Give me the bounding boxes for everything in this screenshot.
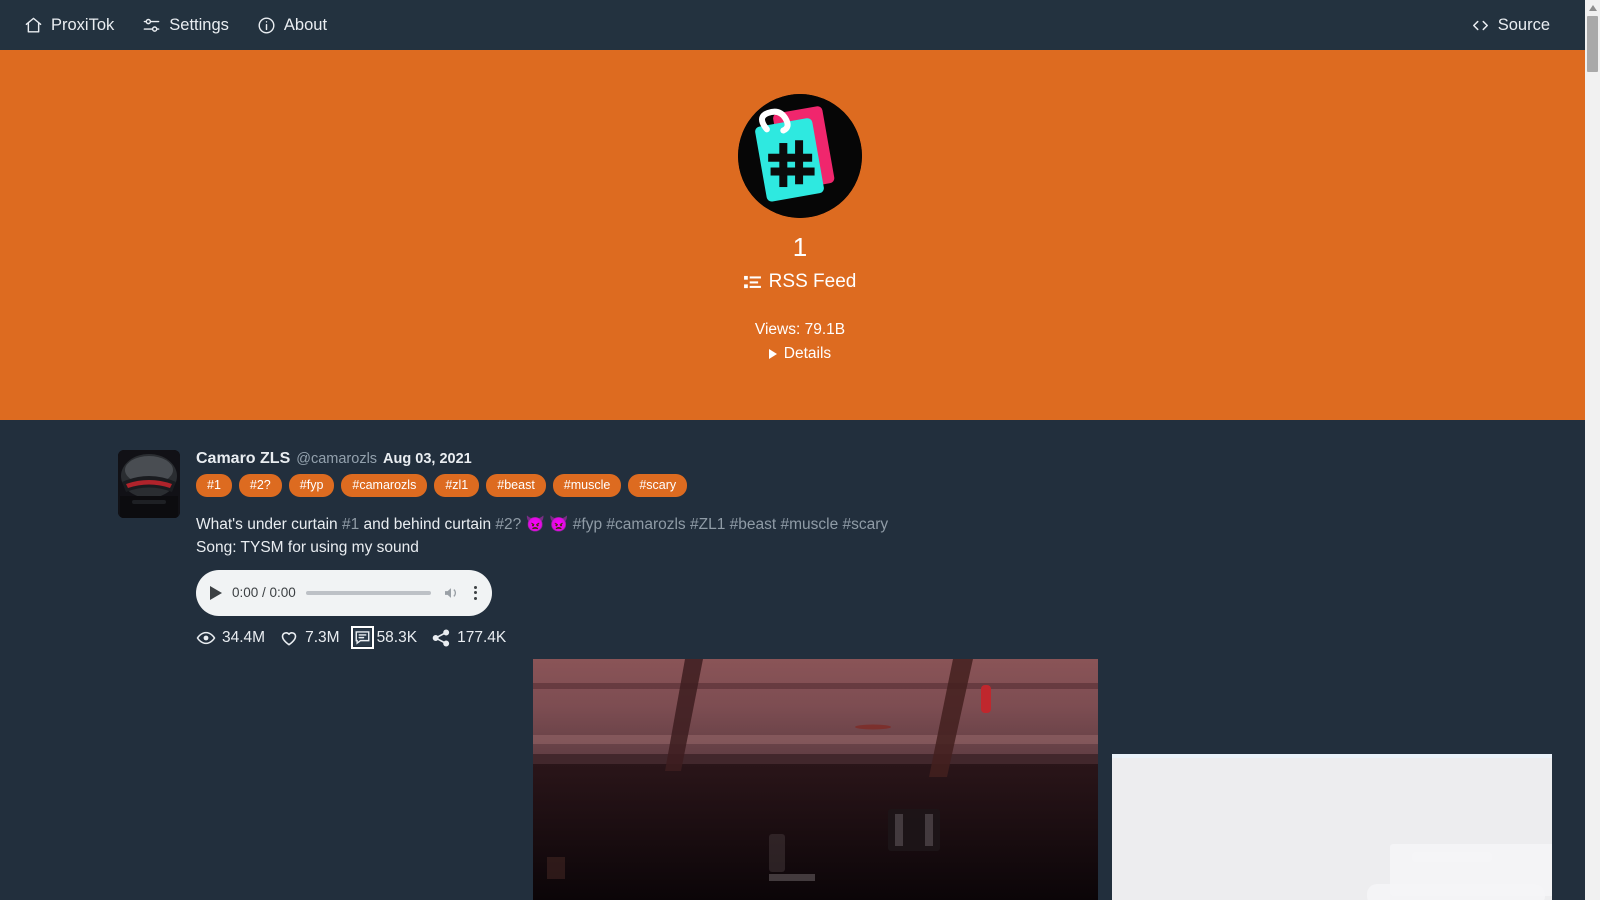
nav-item-settings-label: Settings	[169, 15, 229, 34]
hashtag-pill[interactable]: #fyp	[288, 474, 335, 497]
feed: Camaro ZLS @camarozls Aug 03, 2021 #1 #2?…	[0, 420, 1600, 649]
post-author-name[interactable]: Camaro ZLS	[196, 450, 290, 468]
caption-hashtag[interactable]: #beast	[730, 516, 777, 533]
details-label: Details	[783, 345, 832, 363]
hashtag-pill[interactable]: #camarozls	[341, 474, 428, 497]
hashtag-pill[interactable]: #beast	[486, 474, 546, 497]
eye-icon	[196, 628, 216, 648]
navbar-left-group: ProxiTok Settings About	[10, 10, 341, 41]
hashtag-pill[interactable]: #1	[196, 474, 232, 497]
caption-hashtag[interactable]: #camarozls	[606, 516, 685, 533]
rss-list-icon	[743, 275, 761, 290]
hashtag-header: 1 RSS Feed Views: 79.1B Details	[0, 50, 1600, 420]
caption-hashtag[interactable]: #1	[342, 516, 359, 533]
post-video[interactable]	[533, 659, 1098, 900]
hashtag-pill[interactable]: #zl1	[434, 474, 480, 497]
nav-item-source[interactable]: Source	[1457, 10, 1564, 41]
kebab-menu-icon[interactable]	[471, 585, 480, 600]
stat-shares[interactable]: 177.4K	[431, 628, 506, 648]
comment-icon	[350, 626, 374, 649]
rss-feed-link[interactable]: RSS Feed	[0, 271, 1600, 293]
overlay-ghost-pill	[1367, 884, 1545, 900]
post-caption: What's under curtain #1 and behind curta…	[196, 513, 1196, 560]
audio-player-wrap: 0:00 / 0:00	[196, 569, 1196, 616]
nav-brand-label: ProxiTok	[51, 15, 115, 34]
stat-comments-value: 58.3K	[376, 628, 418, 646]
nav-item-about-label: About	[283, 15, 328, 34]
nav-item-about[interactable]: About	[243, 10, 341, 41]
navbar-right-group: Source	[1457, 10, 1586, 41]
post-author-handle[interactable]: @camarozls	[296, 451, 377, 467]
post-date: Aug 03, 2021	[383, 451, 472, 467]
caption-hashtag[interactable]: #2?	[495, 516, 521, 533]
post-caption-line-2: Song: TYSM for using my sound	[196, 539, 419, 557]
triangle-right-icon	[768, 349, 777, 360]
rss-feed-label: RSS Feed	[768, 271, 857, 293]
caption-emoji: 👿 👿	[521, 516, 573, 533]
play-icon[interactable]	[210, 585, 222, 600]
nav-item-settings[interactable]: Settings	[128, 10, 243, 41]
hashtag-views: Views: 79.1B	[754, 321, 846, 339]
caption-hashtag[interactable]: #fyp	[573, 516, 602, 533]
caption-hashtag[interactable]: #ZL1	[690, 516, 725, 533]
stat-shares-value: 177.4K	[457, 628, 507, 646]
post-item: Camaro ZLS @camarozls Aug 03, 2021 #1 #2?…	[0, 450, 1600, 649]
nav-brand-proxitok[interactable]: ProxiTok	[10, 10, 128, 41]
page-title: 1	[792, 232, 808, 262]
hashtag-pill[interactable]: #2?	[238, 474, 282, 497]
share-icon	[431, 628, 451, 648]
sliders-icon	[142, 16, 161, 35]
caption-text: and behind curtain	[359, 516, 496, 533]
caption-hashtag[interactable]: #muscle	[781, 516, 839, 533]
audio-time-display: 0:00 / 0:00	[232, 585, 296, 600]
stat-likes[interactable]: 7.3M	[279, 628, 340, 648]
car-avatar[interactable]	[118, 450, 180, 518]
vertical-scrollbar[interactable]	[1585, 0, 1600, 900]
stat-likes-value: 7.3M	[305, 628, 340, 646]
stat-views[interactable]: 34.4M	[196, 628, 265, 648]
heart-icon	[279, 628, 299, 648]
post-meta: Camaro ZLS @camarozls Aug 03, 2021	[196, 450, 1196, 468]
caption-hashtag[interactable]: #scary	[843, 516, 889, 533]
nav-item-source-label: Source	[1497, 15, 1550, 34]
post-hashtag-pills: #1 #2? #fyp #camarozls #zl1 #beast #muscle #sca…	[196, 474, 1196, 497]
audio-progress-slider[interactable]	[305, 590, 431, 595]
caption-text: What's under curtain	[196, 516, 342, 533]
scrollbar-thumb[interactable]	[1587, 16, 1598, 72]
post-caption-line-1: What's under curtain #1 and behind curta…	[196, 513, 1196, 536]
stat-views-value: 34.4M	[222, 628, 266, 646]
overlay-panel[interactable]	[1112, 754, 1552, 900]
home-icon	[24, 16, 43, 35]
code-brackets-icon	[1471, 16, 1490, 35]
volume-icon[interactable]	[441, 584, 461, 602]
hashtag-pill[interactable]: #muscle	[552, 474, 622, 497]
overlay-ghost-line	[1412, 852, 1492, 862]
details-toggle[interactable]: Details	[0, 345, 1600, 363]
scrollbar-up-arrow-icon[interactable]	[1585, 0, 1600, 16]
info-circle-icon	[257, 16, 276, 35]
hashtag-pill[interactable]: #scary	[628, 474, 688, 497]
stat-comments[interactable]: 58.3K	[350, 626, 418, 649]
hashtag-notebook-avatar	[738, 94, 862, 218]
post-body: Camaro ZLS @camarozls Aug 03, 2021 #1 #2?…	[196, 450, 1196, 649]
post-stats: 34.4M 7.3M 58.3K 177.4K	[196, 626, 1196, 649]
audio-player[interactable]: 0:00 / 0:00	[196, 569, 492, 616]
top-navbar: ProxiTok Settings About Source	[0, 0, 1600, 50]
